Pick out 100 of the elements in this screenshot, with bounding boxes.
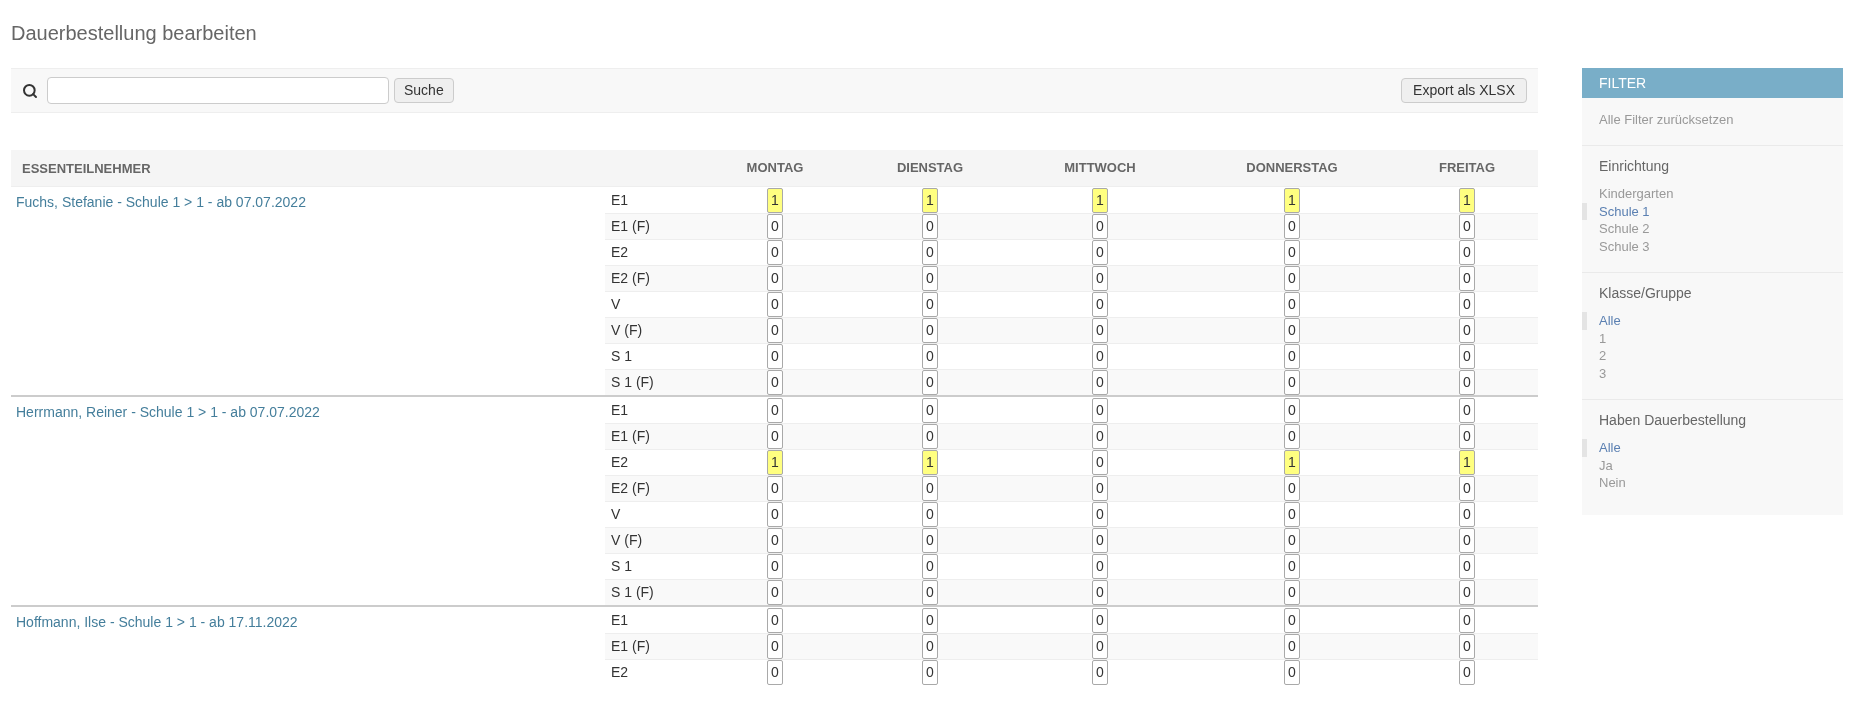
quantity-field[interactable]: 0 — [1284, 476, 1300, 501]
quantity-field[interactable]: 0 — [767, 292, 783, 317]
quantity-field[interactable]: 0 — [1459, 554, 1475, 579]
quantity-field[interactable]: 0 — [767, 660, 783, 685]
quantity-field[interactable]: 0 — [1284, 580, 1300, 605]
quantity-field[interactable]: 0 — [1092, 292, 1108, 317]
quantity-field[interactable]: 0 — [922, 240, 938, 265]
quantity-field[interactable]: 1 — [767, 187, 783, 213]
quantity-field[interactable]: 0 — [767, 607, 783, 633]
quantity-field[interactable]: 0 — [1092, 528, 1108, 553]
quantity-field[interactable]: 0 — [922, 344, 938, 369]
quantity-field[interactable]: 0 — [1092, 344, 1108, 369]
quantity-field[interactable]: 1 — [767, 450, 783, 475]
participant-link[interactable]: Fuchs, Stefanie - Schule 1 > 1 - ab 07.07.2022 — [16, 194, 306, 210]
quantity-field[interactable]: 0 — [1284, 554, 1300, 579]
quantity-field[interactable]: 0 — [1459, 318, 1475, 343]
quantity-field[interactable]: 0 — [767, 214, 783, 239]
quantity-field[interactable]: 0 — [1092, 634, 1108, 659]
quantity-field[interactable]: 0 — [922, 266, 938, 291]
quantity-field[interactable]: 0 — [767, 344, 783, 369]
quantity-field[interactable]: 0 — [1459, 607, 1475, 633]
quantity-field[interactable]: 0 — [922, 580, 938, 605]
quantity-field[interactable]: 0 — [1459, 292, 1475, 317]
quantity-field[interactable]: 0 — [767, 240, 783, 265]
quantity-field[interactable]: 0 — [1092, 476, 1108, 501]
quantity-field[interactable]: 0 — [767, 266, 783, 291]
quantity-field[interactable]: 0 — [1092, 502, 1108, 527]
quantity-field[interactable]: 0 — [767, 476, 783, 501]
quantity-field[interactable]: 0 — [1459, 502, 1475, 527]
quantity-field[interactable]: 0 — [1284, 397, 1300, 423]
quantity-field[interactable]: 0 — [1284, 502, 1300, 527]
quantity-field[interactable]: 0 — [1284, 660, 1300, 685]
quantity-field[interactable]: 0 — [767, 397, 783, 423]
quantity-field[interactable]: 0 — [922, 660, 938, 685]
quantity-field[interactable]: 0 — [767, 370, 783, 395]
filter-option[interactable]: Alle — [1582, 312, 1621, 330]
filter-option[interactable]: Schule 1 — [1582, 202, 1650, 220]
quantity-field[interactable]: 0 — [1284, 318, 1300, 343]
quantity-field[interactable]: 0 — [767, 318, 783, 343]
search-button[interactable]: Suche — [394, 78, 454, 103]
quantity-field[interactable]: 0 — [1092, 214, 1108, 239]
quantity-field[interactable]: 0 — [1092, 397, 1108, 423]
participant-link[interactable]: Hoffmann, Ilse - Schule 1 > 1 - ab 17.11.2022 — [16, 614, 298, 630]
quantity-field[interactable]: 0 — [922, 397, 938, 423]
quantity-field[interactable]: 0 — [1459, 424, 1475, 449]
quantity-field[interactable]: 0 — [922, 476, 938, 501]
quantity-field[interactable]: 0 — [922, 502, 938, 527]
quantity-field[interactable]: 0 — [922, 318, 938, 343]
quantity-field[interactable]: 1 — [1459, 450, 1475, 475]
quantity-field[interactable]: 0 — [1284, 344, 1300, 369]
quantity-field[interactable]: 1 — [922, 187, 938, 213]
quantity-field[interactable]: 0 — [1459, 266, 1475, 291]
quantity-field[interactable]: 0 — [767, 554, 783, 579]
quantity-field[interactable]: 0 — [1459, 660, 1475, 685]
quantity-field[interactable]: 0 — [1284, 370, 1300, 395]
quantity-field[interactable]: 0 — [922, 214, 938, 239]
quantity-field[interactable]: 0 — [1092, 266, 1108, 291]
quantity-field[interactable]: 1 — [1459, 187, 1475, 213]
quantity-field[interactable]: 0 — [767, 528, 783, 553]
quantity-field[interactable]: 0 — [922, 607, 938, 633]
quantity-field[interactable]: 0 — [1092, 450, 1108, 475]
quantity-field[interactable]: 0 — [922, 528, 938, 553]
quantity-field[interactable]: 0 — [1092, 240, 1108, 265]
quantity-field[interactable]: 0 — [767, 424, 783, 449]
quantity-field[interactable]: 0 — [1459, 476, 1475, 501]
quantity-field[interactable]: 1 — [1092, 187, 1108, 213]
quantity-field[interactable]: 0 — [1284, 214, 1300, 239]
quantity-field[interactable]: 0 — [922, 292, 938, 317]
quantity-field[interactable]: 0 — [922, 370, 938, 395]
quantity-field[interactable]: 0 — [1284, 424, 1300, 449]
quantity-field[interactable]: 1 — [1284, 450, 1300, 475]
quantity-field[interactable]: 0 — [1459, 344, 1475, 369]
quantity-field[interactable]: 1 — [1284, 187, 1300, 213]
quantity-field[interactable]: 0 — [1092, 424, 1108, 449]
search-field[interactable] — [47, 77, 389, 104]
quantity-field[interactable]: 0 — [767, 580, 783, 605]
quantity-field[interactable]: 0 — [1284, 240, 1300, 265]
filter-option[interactable]: Alle — [1582, 439, 1621, 457]
quantity-field[interactable]: 0 — [1092, 660, 1108, 685]
quantity-field[interactable]: 0 — [1284, 292, 1300, 317]
quantity-field[interactable]: 0 — [1284, 528, 1300, 553]
quantity-field[interactable]: 0 — [1459, 634, 1475, 659]
quantity-field[interactable]: 0 — [1284, 634, 1300, 659]
quantity-field[interactable]: 0 — [922, 634, 938, 659]
quantity-field[interactable]: 0 — [1092, 580, 1108, 605]
quantity-field[interactable]: 0 — [1092, 554, 1108, 579]
quantity-field[interactable]: 1 — [922, 450, 938, 475]
quantity-field[interactable]: 0 — [1459, 370, 1475, 395]
quantity-field[interactable]: 0 — [1284, 266, 1300, 291]
quantity-field[interactable]: 0 — [1092, 370, 1108, 395]
quantity-field[interactable]: 0 — [1092, 607, 1108, 633]
export-button[interactable]: Export als XLSX — [1401, 78, 1527, 103]
quantity-field[interactable]: 0 — [1459, 528, 1475, 553]
quantity-field[interactable]: 0 — [1284, 607, 1300, 633]
quantity-field[interactable]: 0 — [1459, 397, 1475, 423]
participant-link[interactable]: Herrmann, Reiner - Schule 1 > 1 - ab 07.07.2022 — [16, 404, 320, 420]
quantity-field[interactable]: 0 — [1459, 214, 1475, 239]
quantity-field[interactable]: 0 — [922, 554, 938, 579]
quantity-field[interactable]: 0 — [767, 502, 783, 527]
quantity-field[interactable]: 0 — [767, 634, 783, 659]
